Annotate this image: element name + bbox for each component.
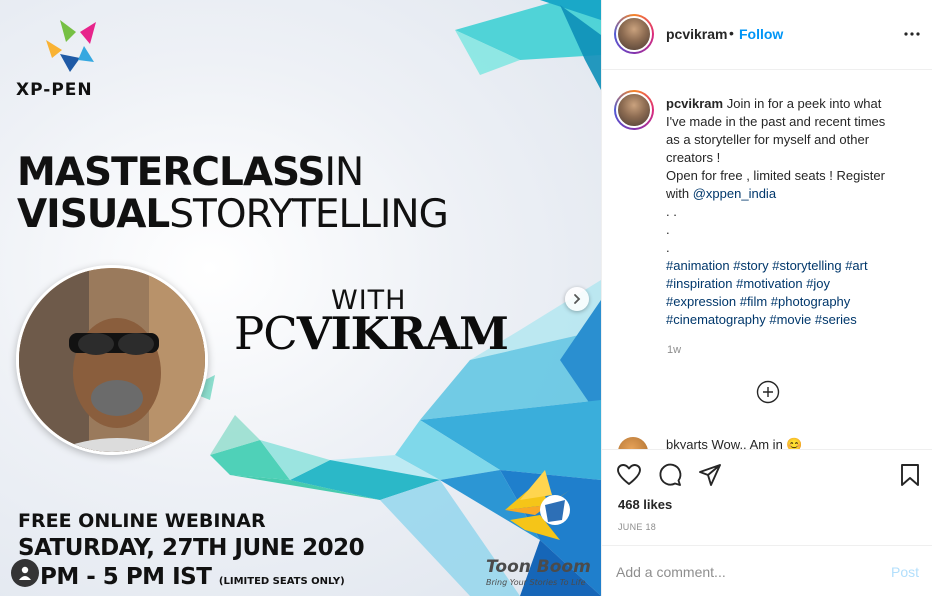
comment-input[interactable] — [616, 561, 866, 583]
headline-line-1: MASTERCLASSIN — [17, 150, 364, 195]
user-tag-icon — [19, 566, 31, 580]
author-avatar[interactable] — [614, 14, 654, 54]
instagram-post-view: XP-PEN MASTERCLASSIN VISUALSTORYTELLING … — [0, 0, 932, 596]
comment-icon[interactable] — [657, 462, 683, 488]
headline-line-2: VISUALSTORYTELLING — [17, 192, 449, 237]
follow-button[interactable]: Follow — [739, 26, 783, 42]
plus-circle-icon — [756, 380, 780, 404]
comment-composer: Post — [602, 545, 932, 596]
post-comment-button[interactable]: Post — [891, 564, 919, 580]
comment-preview: bkyarts Wow.. Am in 😊 — [614, 435, 914, 449]
post-image[interactable]: XP-PEN MASTERCLASSIN VISUALSTORYTELLING … — [0, 0, 601, 596]
commenter-avatar[interactable] — [618, 437, 648, 449]
hashtags-line-1[interactable]: #animation #story #storytelling #art — [666, 257, 916, 275]
comment-text: bkyarts Wow.. Am in 😊 — [666, 437, 803, 449]
presenter-name: PCVIKRAM — [234, 307, 509, 360]
action-bar: 468 likes JUNE 18 — [602, 449, 932, 545]
heart-icon[interactable] — [616, 462, 642, 488]
brand-wordmark: XP-PEN — [16, 80, 93, 100]
webinar-label: FREE ONLINE WEBINAR — [18, 510, 266, 532]
share-icon[interactable] — [697, 462, 723, 488]
hashtags-line-4[interactable]: #cinematography #movie #series — [666, 311, 916, 329]
load-more-comments-button[interactable] — [756, 380, 780, 404]
likes-count[interactable]: 468 likes — [618, 497, 672, 512]
post-details-panel: pcvikram • Follow pcvikram Join in for a… — [601, 0, 932, 596]
webinar-time: PM - 5 PM IST (LIMITED SEATS ONLY) — [40, 564, 345, 590]
hashtags-line-3[interactable]: #expression #film #photography — [666, 293, 916, 311]
author-username[interactable]: pcvikram — [666, 26, 727, 42]
more-options-button[interactable] — [902, 24, 922, 44]
mention-link[interactable]: @xppen_india — [693, 186, 776, 201]
separator-dot: • — [729, 25, 734, 41]
next-image-button[interactable] — [565, 287, 589, 311]
caption-username[interactable]: pcvikram — [666, 96, 723, 111]
bookmark-icon[interactable] — [897, 462, 923, 488]
presenter-portrait — [16, 265, 208, 455]
post-caption: pcvikram Join in for a peek into what I'… — [666, 95, 916, 329]
caption-avatar[interactable] — [614, 90, 654, 130]
hashtags-line-2[interactable]: #inspiration #motivation #joy — [666, 275, 916, 293]
webinar-date: SATURDAY, 27TH JUNE 2020 — [18, 535, 365, 561]
sponsor-tagline: Bring Your Stories To Life — [486, 578, 586, 587]
sponsor-logo: Toon Boom — [486, 557, 591, 577]
post-header: pcvikram • Follow — [602, 0, 932, 70]
more-icon — [904, 32, 920, 36]
chevron-right-icon — [574, 294, 581, 304]
post-date: JUNE 18 — [618, 522, 657, 532]
caption-timestamp: 1w — [667, 344, 682, 356]
user-tags-button[interactable] — [11, 559, 39, 587]
